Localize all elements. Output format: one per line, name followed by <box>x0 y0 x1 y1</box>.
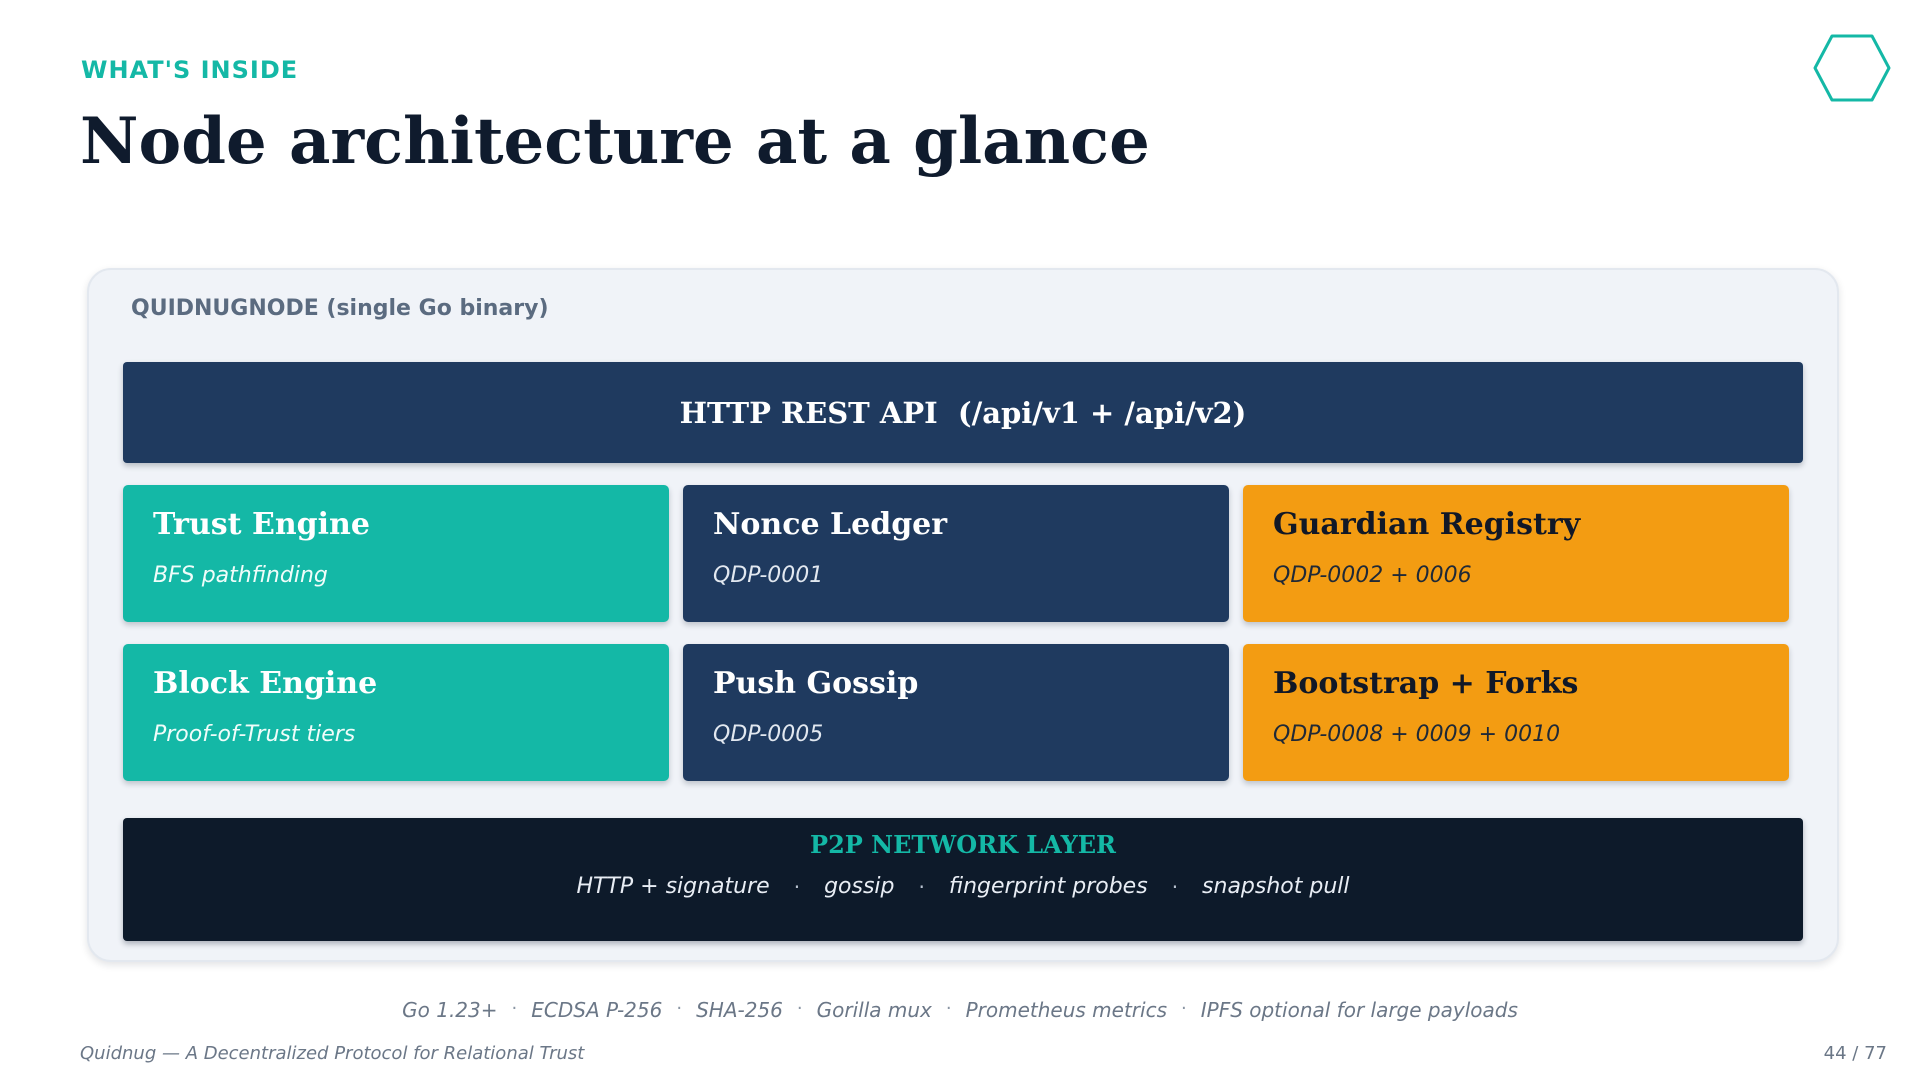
tech-item: SHA-256 <box>696 998 783 1022</box>
p2p-item: snapshot pull <box>1202 874 1350 899</box>
component-title: Trust Engine <box>153 507 370 542</box>
component-block-engine: Block Engine Proof-of-Trust tiers <box>123 644 669 781</box>
component-subtitle: QDP-0008 + 0009 + 0010 <box>1273 722 1561 747</box>
separator: · <box>918 874 925 899</box>
http-rest-api-layer: HTTP REST API (/api/v1 + /api/v2) <box>123 362 1803 463</box>
component-subtitle: Proof-of-Trust tiers <box>153 722 356 747</box>
tech-item: Gorilla mux <box>816 998 932 1022</box>
component-subtitle: BFS pathfinding <box>153 563 328 588</box>
component-push-gossip: Push Gossip QDP-0005 <box>683 644 1229 781</box>
footer-deck-title: Quidnug — A Decentralized Protocol for R… <box>80 1043 585 1064</box>
component-title: Nonce Ledger <box>713 507 948 542</box>
p2p-item: gossip <box>824 874 895 899</box>
tech-item: Go 1.23+ <box>402 998 498 1022</box>
separator: · <box>511 998 518 1019</box>
component-title: Push Gossip <box>713 666 919 701</box>
component-trust-engine: Trust Engine BFS pathfinding <box>123 485 669 622</box>
tech-stack-line: Go 1.23+ · ECDSA P-256 · SHA-256 · Goril… <box>0 998 1920 1022</box>
page-number: 44 / 77 <box>1823 1043 1887 1064</box>
component-subtitle: QDP-0001 <box>713 563 824 588</box>
separator: · <box>1171 874 1179 899</box>
tech-item: ECDSA P-256 <box>531 998 663 1022</box>
component-title: Block Engine <box>153 666 378 701</box>
component-title: Bootstrap + Forks <box>1273 666 1579 701</box>
component-title: Guardian Registry <box>1273 507 1581 542</box>
slide: WHAT'S INSIDE Node architecture at a gla… <box>0 0 1920 1080</box>
tech-item: Prometheus metrics <box>965 998 1167 1022</box>
p2p-items: HTTP + signature · gossip · fingerprint … <box>123 874 1803 899</box>
eyebrow-label: WHAT'S INSIDE <box>81 56 299 84</box>
separator: · <box>945 998 952 1019</box>
component-bootstrap-forks: Bootstrap + Forks QDP-0008 + 0009 + 0010 <box>1243 644 1789 781</box>
api-layer-label: HTTP REST API (/api/v1 + /api/v2) <box>679 395 1247 430</box>
p2p-layer-title: P2P NETWORK LAYER <box>810 830 1116 859</box>
component-nonce-ledger: Nonce Ledger QDP-0001 <box>683 485 1229 622</box>
hexagon-outline-icon <box>1813 34 1891 102</box>
separator: · <box>796 998 803 1019</box>
separator: · <box>676 998 683 1019</box>
component-subtitle: QDP-0005 <box>713 722 824 747</box>
p2p-item: HTTP + signature <box>576 874 770 899</box>
p2p-item: fingerprint probes <box>948 874 1148 899</box>
p2p-network-layer: P2P NETWORK LAYER HTTP + signature · gos… <box>123 818 1803 941</box>
component-subtitle: QDP-0002 + 0006 <box>1273 563 1472 588</box>
container-label: QUIDNUGNODE (single Go binary) <box>131 296 549 321</box>
component-guardian-registry: Guardian Registry QDP-0002 + 0006 <box>1243 485 1789 622</box>
tech-item: IPFS optional for large payloads <box>1200 998 1518 1022</box>
page-title: Node architecture at a glance <box>80 104 1150 179</box>
separator: · <box>1181 998 1187 1019</box>
separator: · <box>793 874 801 899</box>
